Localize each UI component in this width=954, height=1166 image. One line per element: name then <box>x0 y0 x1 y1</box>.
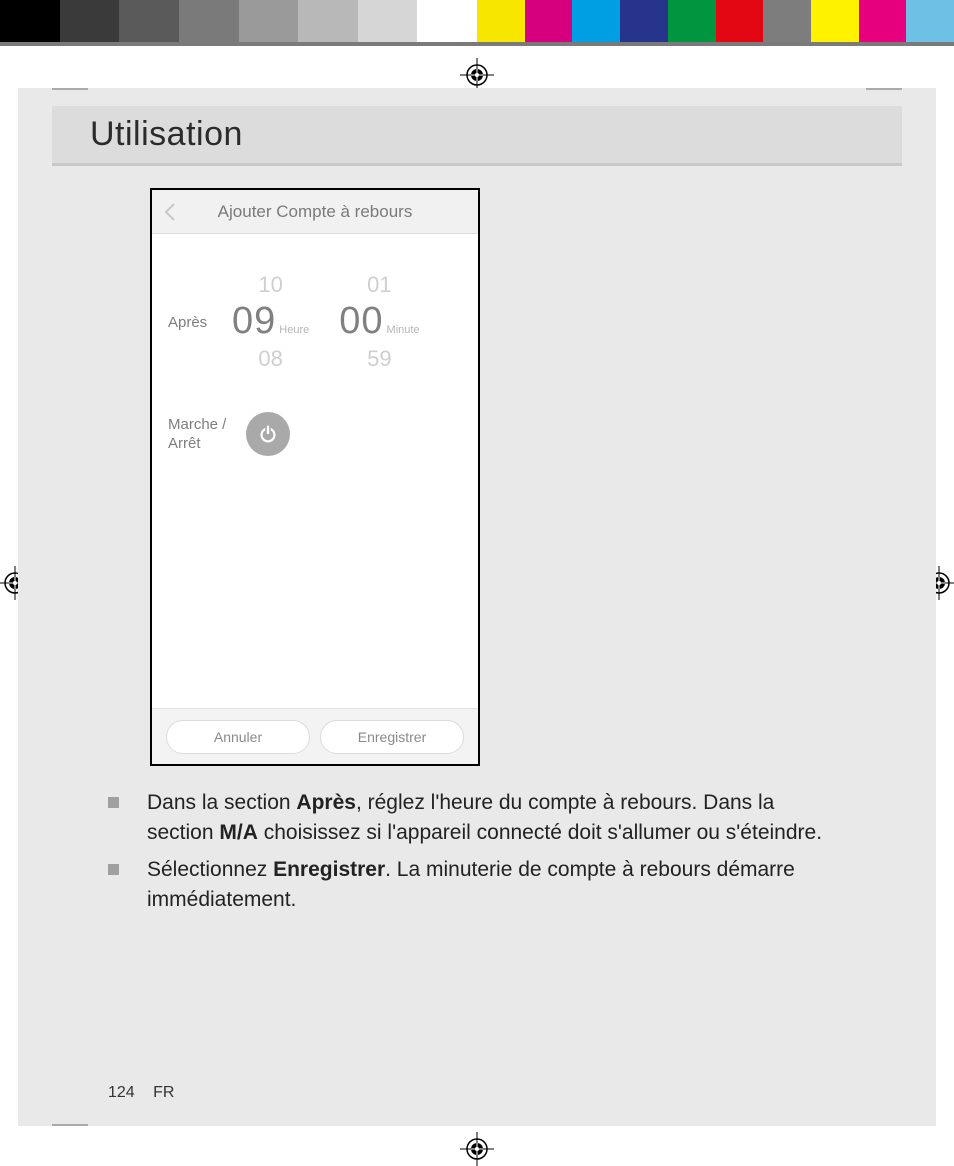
power-icon <box>257 423 279 445</box>
registration-mark-icon <box>460 1132 494 1166</box>
power-toggle-button[interactable] <box>246 412 290 456</box>
hour-selected: 09 <box>232 300 276 343</box>
back-icon[interactable] <box>152 190 188 234</box>
cancel-button[interactable]: Annuler <box>166 720 310 754</box>
minute-prev: 01 <box>367 270 391 300</box>
p1-b: Après <box>296 791 356 814</box>
calibration-bar <box>0 0 954 44</box>
phone-screen-title: Ajouter Compte à rebours <box>188 202 478 222</box>
page-lang: FR <box>153 1084 174 1101</box>
manual-page: Utilisation Ajouter Compte à rebours Apr… <box>18 88 936 1126</box>
p2-b: Enregistrer <box>273 858 385 881</box>
p1-d: M/A <box>219 821 258 844</box>
bullet-1: Dans la section Après, réglez l'heure du… <box>108 788 846 849</box>
row-onoff: Marche / Arrêt <box>152 392 478 456</box>
onoff-label: Marche / Arrêt <box>168 415 232 454</box>
p2-a: Sélectionnez <box>147 858 273 881</box>
phone-footer: Annuler Enregistrer <box>152 708 478 764</box>
hour-next: 08 <box>258 344 282 374</box>
row-after: Après 10 09 Heure 08 01 <box>152 252 478 392</box>
time-picker[interactable]: 10 09 Heure 08 01 00 Minute <box>232 270 462 374</box>
phone-screenshot: Ajouter Compte à rebours Après 10 09 Heu… <box>150 188 480 766</box>
hour-prev: 10 <box>258 270 282 300</box>
minute-selected: 00 <box>339 300 383 343</box>
p1-e: choisissez si l'appareil connecté doit s… <box>258 821 822 844</box>
phone-nav-bar: Ajouter Compte à rebours <box>152 190 478 234</box>
minute-next: 59 <box>367 344 391 374</box>
minute-unit: Minute <box>387 324 420 336</box>
hour-unit: Heure <box>279 324 309 336</box>
save-button[interactable]: Enregistrer <box>320 720 464 754</box>
after-label: Après <box>168 314 232 331</box>
hour-wheel[interactable]: 10 09 Heure 08 <box>232 270 309 374</box>
instruction-text: Dans la section Après, réglez l'heure du… <box>108 788 846 922</box>
page-footer: 124 FR <box>108 1084 174 1102</box>
minute-wheel[interactable]: 01 00 Minute 59 <box>339 270 419 374</box>
bullet-icon <box>108 797 119 808</box>
section-title: Utilisation <box>90 115 243 154</box>
bullet-2: Sélectionnez Enregistrer. La minuterie d… <box>108 855 846 916</box>
p1-a: Dans la section <box>147 791 296 814</box>
bullet-icon <box>108 864 119 875</box>
section-header: Utilisation <box>52 106 902 166</box>
registration-mark-icon <box>460 58 494 92</box>
page-number: 124 <box>108 1084 135 1101</box>
